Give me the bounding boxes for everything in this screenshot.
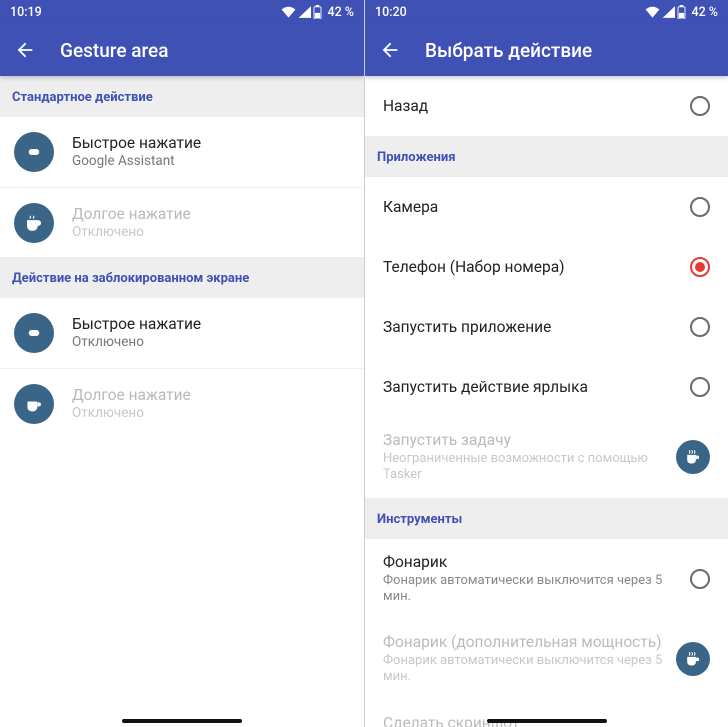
coffee-icon <box>14 203 54 243</box>
option-label: Фонарик (дополнительная мощность) <box>383 633 664 651</box>
radio-icon <box>690 257 710 277</box>
gesture-long-press-lock[interactable]: Долгое нажатие Отключено <box>0 368 364 438</box>
coffee-icon <box>684 651 702 667</box>
battery-icon <box>313 5 322 19</box>
signal-icon <box>662 6 675 18</box>
option-label: Назад <box>383 97 678 115</box>
status-bar: 10:20 42 % <box>365 0 728 24</box>
section-header-apps: Приложения <box>365 136 728 177</box>
status-time: 10:19 <box>10 5 281 20</box>
option-label: Запустить задачу <box>383 431 664 449</box>
status-right: 4 42 % <box>281 5 354 20</box>
item-secondary: Отключено <box>72 405 350 422</box>
option-label: Запустить действие ярлыка <box>383 378 678 396</box>
gesture-quick-press-lock[interactable]: Быстрое нажатие Отключено <box>0 298 364 368</box>
coffee-icon <box>684 449 702 465</box>
status-right: 42 % <box>645 5 718 20</box>
svg-text:4: 4 <box>301 7 305 15</box>
screen-gesture-area: 10:19 4 42 % Gesture area Стандартное де… <box>0 0 364 727</box>
item-secondary: Отключено <box>72 224 350 241</box>
option-flashlight[interactable]: Фонарик Фонарик автоматически выключится… <box>365 539 728 620</box>
item-primary: Быстрое нажатие <box>72 134 350 152</box>
app-bar: Выбрать действие <box>365 24 728 76</box>
item-primary: Быстрое нажатие <box>72 315 350 333</box>
gesture-quick-press[interactable]: Быстрое нажатие Google Assistant <box>0 117 364 187</box>
arrow-back-icon <box>379 39 401 61</box>
nav-pill[interactable] <box>487 719 607 723</box>
option-label: Телефон (Набор номера) <box>383 258 678 276</box>
section-header-standard: Стандартное действие <box>0 76 364 117</box>
nav-pill[interactable] <box>122 719 242 723</box>
option-label: Камера <box>383 198 678 216</box>
signal-icon: 4 <box>298 6 311 18</box>
option-sub: Неограниченные возможности с помощью Tas… <box>383 451 664 484</box>
screen-choose-action: 10:20 42 % Выбрать действие Назад Прилож… <box>364 0 728 727</box>
option-launch-app[interactable]: Запустить приложение <box>365 297 728 357</box>
tap-icon <box>14 313 54 353</box>
option-back[interactable]: Назад <box>365 76 728 136</box>
radio-icon <box>690 569 710 589</box>
radio-icon <box>690 317 710 337</box>
option-run-task[interactable]: Запустить задачу Неограниченные возможно… <box>365 417 728 498</box>
status-battery-pct: 42 % <box>691 5 718 20</box>
section-header-tools: Инструменты <box>365 498 728 539</box>
back-button[interactable] <box>14 39 42 61</box>
item-primary: Долгое нажатие <box>72 205 350 223</box>
status-battery-pct: 42 % <box>327 5 354 20</box>
option-launch-shortcut[interactable]: Запустить действие ярлыка <box>365 357 728 417</box>
section-header-lockscreen: Действие на заблокированном экране <box>0 257 364 298</box>
content: Назад Приложения Камера Телефон (Набор н… <box>365 76 728 727</box>
coffee-icon <box>14 384 54 424</box>
premium-badge <box>676 440 710 474</box>
option-sub: Фонарик автоматически выключится через 5… <box>383 653 664 686</box>
option-flashlight-extra[interactable]: Фонарик (дополнительная мощность) Фонари… <box>365 619 728 700</box>
radio-icon <box>690 377 710 397</box>
page-title: Gesture area <box>60 39 168 62</box>
option-label: Запустить приложение <box>383 318 678 336</box>
arrow-back-icon <box>14 39 36 61</box>
option-phone-dialer[interactable]: Телефон (Набор номера) <box>365 237 728 297</box>
wifi-icon <box>645 6 660 18</box>
option-sub: Фонарик автоматически выключится через 5… <box>383 573 678 606</box>
option-label: Фонарик <box>383 553 678 571</box>
page-title: Выбрать действие <box>425 39 592 62</box>
back-button[interactable] <box>379 39 407 61</box>
status-time: 10:20 <box>375 5 645 20</box>
item-primary: Долгое нажатие <box>72 386 350 404</box>
radio-icon <box>690 96 710 116</box>
content: Стандартное действие Быстрое нажатие Goo… <box>0 76 364 727</box>
battery-icon <box>677 5 686 19</box>
status-bar: 10:19 4 42 % <box>0 0 364 24</box>
premium-badge <box>676 642 710 676</box>
radio-icon <box>690 197 710 217</box>
gesture-long-press[interactable]: Долгое нажатие Отключено <box>0 187 364 257</box>
tap-icon <box>14 132 54 172</box>
app-bar: Gesture area <box>0 24 364 76</box>
item-secondary: Отключено <box>72 334 350 351</box>
option-camera[interactable]: Камера <box>365 177 728 237</box>
item-secondary: Google Assistant <box>72 153 350 170</box>
wifi-icon <box>281 6 296 18</box>
